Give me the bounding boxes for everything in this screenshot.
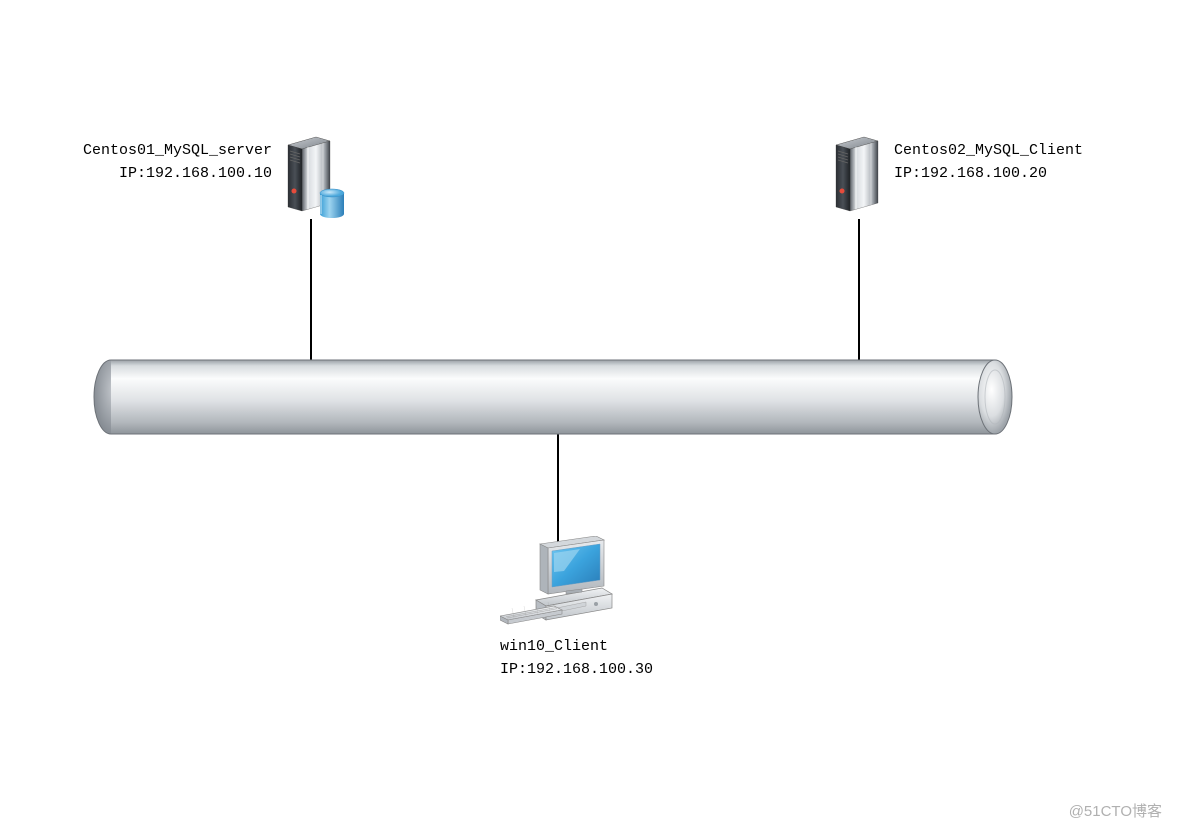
node-centos01-mysql-server: Centos01_MySQL_server IP:192.168.100.10 <box>286 135 332 220</box>
node-hostname: win10_Client <box>500 636 700 659</box>
server-icon <box>286 135 332 215</box>
watermark-text: @51CTO博客 <box>1069 800 1162 821</box>
desktop-computer-icon <box>500 536 615 631</box>
connector-line-right <box>858 219 860 363</box>
node-hostname: Centos01_MySQL_server <box>83 140 272 163</box>
network-topology-diagram: Centos01_MySQL_server IP:192.168.100.10 <box>0 0 1184 837</box>
node-label-server-left: Centos01_MySQL_server IP:192.168.100.10 <box>83 140 272 185</box>
network-bus-icon <box>93 358 1014 436</box>
node-centos02-mysql-client: Centos02_MySQL_Client IP:192.168.100.20 <box>834 135 880 220</box>
database-icon <box>318 187 346 219</box>
server-icon <box>834 135 880 215</box>
node-win10-client: win10_Client IP:192.168.100.30 <box>500 536 615 631</box>
connector-line-left <box>310 219 312 363</box>
node-ip: IP:192.168.100.20 <box>894 163 1083 186</box>
node-ip: IP:192.168.100.10 <box>83 163 272 186</box>
node-label-client-bottom: win10_Client IP:192.168.100.30 <box>500 636 700 681</box>
node-hostname: Centos02_MySQL_Client <box>894 140 1083 163</box>
node-label-server-right: Centos02_MySQL_Client IP:192.168.100.20 <box>894 140 1083 185</box>
connector-line-bottom <box>557 434 559 546</box>
node-ip: IP:192.168.100.30 <box>500 659 700 682</box>
